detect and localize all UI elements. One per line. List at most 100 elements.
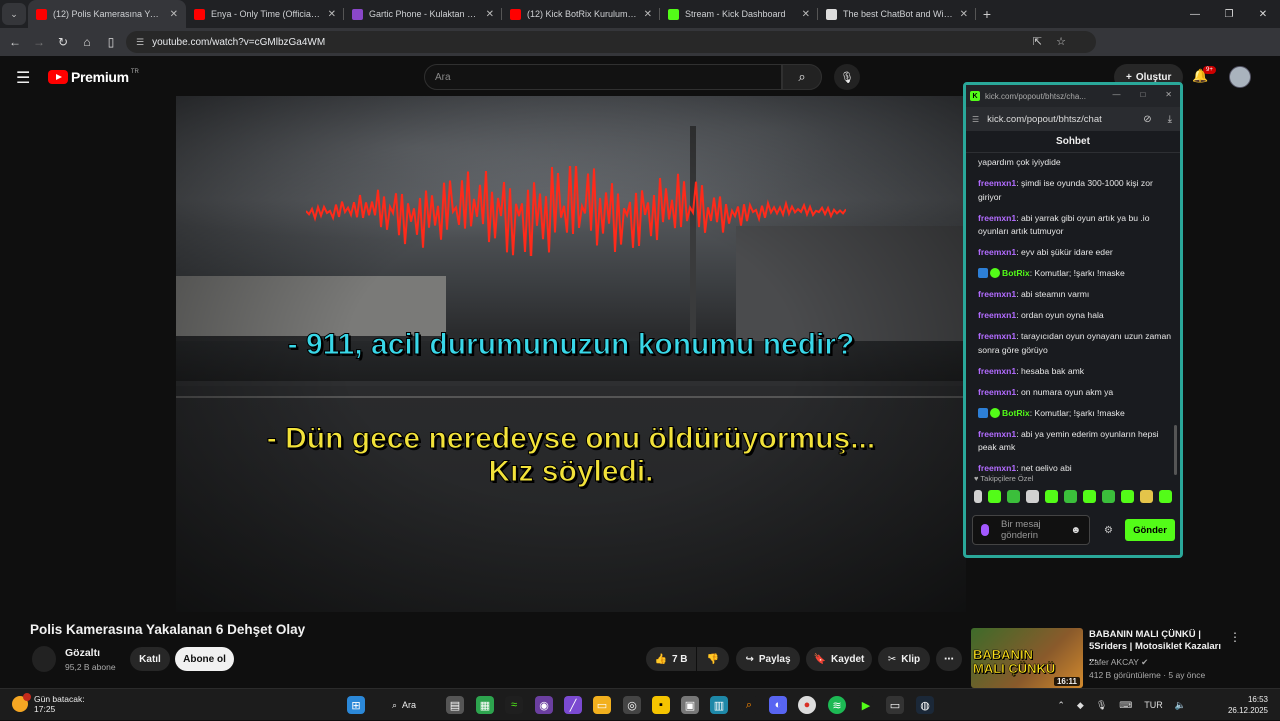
emote[interactable] [988, 489, 1001, 503]
tab-close-icon[interactable]: ✕ [644, 9, 652, 20]
terminal-icon[interactable]: ▭ [886, 696, 904, 714]
chat-username[interactable]: BotRix [1002, 268, 1030, 278]
home-icon[interactable]: ⌂ [75, 35, 99, 49]
search-button[interactable]: ⌕ [782, 64, 822, 90]
file-explorer-icon[interactable]: ▭ [593, 696, 611, 714]
emote[interactable] [1140, 489, 1153, 503]
eye-off-icon[interactable]: ⊘ [1143, 114, 1151, 125]
emote[interactable] [1064, 489, 1077, 503]
taskbar-clock[interactable]: 16:53 26.12.2025 [1228, 694, 1268, 716]
spotify-icon[interactable]: ≋ [828, 696, 846, 714]
emote[interactable] [1102, 489, 1115, 503]
back-icon[interactable]: ← [3, 35, 27, 49]
chat-username[interactable]: freemxn1 [978, 463, 1016, 471]
minimize-icon[interactable]: — [1178, 0, 1212, 28]
save-button[interactable]: 🔖 Kaydet [806, 647, 872, 671]
reload-icon[interactable]: ↻ [51, 35, 75, 49]
clip-button[interactable]: ✂ Klip [878, 647, 930, 671]
recommended-channel[interactable]: Zafer AKCAY ✔ [1089, 657, 1148, 668]
chat-username[interactable]: freemxn1 [978, 331, 1016, 341]
tray-overflow-icon[interactable]: ⌃ [1057, 700, 1065, 711]
browser-tab[interactable]: Stream - Kick Dashboard ✕ [660, 0, 818, 28]
recommended-video-thumbnail[interactable]: BABANIN MALI ÇÜNKÜ 16:11 [971, 628, 1083, 688]
voice-search-button[interactable]: 🎙 [834, 64, 860, 90]
search-app-icon[interactable]: ⌕ [740, 696, 758, 714]
bookmark-star-icon[interactable]: ☆ [1056, 35, 1066, 48]
popup-close-icon[interactable]: ✕ [1165, 90, 1172, 99]
popup-maximize-icon[interactable]: □ [1140, 90, 1145, 99]
keyboard-icon[interactable]: ⌨ [1119, 700, 1132, 711]
join-button[interactable]: Katıl [130, 647, 170, 671]
dislike-button[interactable]: 👎 [697, 647, 729, 671]
discord-icon[interactable]: ◐ [769, 696, 787, 714]
tray-app-icon[interactable]: ◆ [1077, 700, 1084, 711]
chat-username[interactable]: freemxn1 [978, 429, 1016, 439]
taskbar-search[interactable]: ⌕ Ara [384, 695, 424, 715]
tab-close-icon[interactable]: ✕ [960, 9, 968, 20]
tab-close-icon[interactable]: ✕ [328, 9, 336, 20]
emote[interactable] [1121, 489, 1134, 503]
chat-scrollbar[interactable] [1174, 425, 1177, 475]
steam-icon[interactable]: ◍ [916, 696, 934, 714]
chat-username[interactable]: freemxn1 [978, 310, 1016, 320]
split-view-icon[interactable]: ▯ [99, 35, 123, 49]
account-avatar[interactable] [1229, 66, 1251, 88]
chat-username[interactable]: BotRix [1002, 408, 1030, 418]
app-icon[interactable]: ▶ [857, 696, 875, 714]
emote[interactable] [1083, 489, 1096, 503]
subscribe-button[interactable]: Abone ol [175, 647, 234, 671]
app-icon[interactable]: ▣ [681, 696, 699, 714]
tab-close-icon[interactable]: ✕ [802, 9, 810, 20]
site-info-icon[interactable]: ☰ [972, 115, 979, 124]
browser-tab[interactable]: (12) Kick BotRix Kurulum Ayarları ✕ [502, 0, 660, 28]
app-icon[interactable]: ▦ [476, 696, 494, 714]
chat-username[interactable]: freemxn1 [978, 366, 1016, 376]
chat-username[interactable]: freemxn1 [978, 289, 1016, 299]
search-input[interactable]: Ara [424, 64, 782, 90]
emote[interactable] [1159, 489, 1172, 503]
emote[interactable] [974, 489, 982, 503]
tab-close-icon[interactable]: ✕ [486, 9, 494, 20]
new-tab-button[interactable]: + [976, 6, 998, 22]
tab-close-icon[interactable]: ✕ [170, 9, 178, 20]
browser-tab[interactable]: Gartic Phone - Kulaktan Kulağa ✕ [344, 0, 502, 28]
video-player[interactable]: - 911, acil durumunuzun konumu nedir? - … [176, 96, 966, 612]
install-app-icon[interactable]: ⇱ [1033, 35, 1042, 48]
chat-message-input[interactable]: Bir mesaj gönderin ☻ [972, 515, 1090, 545]
sticky-notes-icon[interactable]: ▪ [652, 696, 670, 714]
weather-widget[interactable]: Gün batacak: 17:25 [12, 693, 85, 714]
download-icon[interactable]: ⤓ [1168, 114, 1172, 125]
forward-icon[interactable]: → [27, 35, 51, 49]
emote[interactable] [1026, 489, 1039, 503]
youtube-premium-logo[interactable]: Premium TR [48, 69, 139, 85]
kick-app-icon[interactable]: ≈ [505, 696, 523, 714]
like-button[interactable]: 👍 7 B [646, 647, 696, 671]
chat-settings-gear-icon[interactable]: ⚙ [1104, 525, 1113, 536]
close-window-icon[interactable]: ✕ [1246, 0, 1280, 28]
app-icon[interactable]: ╱ [564, 696, 582, 714]
emoji-icon[interactable]: ☻ [1070, 525, 1081, 536]
emote[interactable] [1045, 489, 1058, 503]
app-icon[interactable]: ◎ [623, 696, 641, 714]
chat-username[interactable]: freemxn1 [978, 178, 1016, 188]
tray-mic-icon[interactable]: 🎙 [1096, 700, 1107, 711]
browser-tab[interactable]: (12) Polis Kamerasına Yakalanan 6 Dehşet… [28, 0, 186, 28]
channel-avatar[interactable] [32, 646, 56, 672]
send-button[interactable]: Gönder [1125, 519, 1175, 541]
recommendation-menu-icon[interactable]: ⋮ [1229, 630, 1241, 644]
tab-search-button[interactable]: ⌄ [2, 3, 26, 25]
restore-icon[interactable]: ❐ [1212, 0, 1246, 28]
chat-username[interactable]: freemxn1 [978, 387, 1016, 397]
app-icon[interactable]: ▥ [710, 696, 728, 714]
input-language[interactable]: TUR [1144, 700, 1163, 710]
chat-username[interactable]: freemxn1 [978, 213, 1016, 223]
emote[interactable] [1007, 489, 1020, 503]
more-actions-button[interactable]: ⋯ [936, 647, 962, 671]
app-icon[interactable]: ◉ [535, 696, 553, 714]
channel-name[interactable]: Gözaltı [65, 647, 100, 659]
site-info-icon[interactable]: ☰ [136, 37, 144, 48]
mic-icon[interactable] [981, 524, 989, 536]
windows-start-icon[interactable]: ⊞ [347, 696, 365, 714]
task-view-icon[interactable]: ▤ [446, 696, 464, 714]
browser-tab[interactable]: The best ChatBot and Widgets ✕ [818, 0, 976, 28]
